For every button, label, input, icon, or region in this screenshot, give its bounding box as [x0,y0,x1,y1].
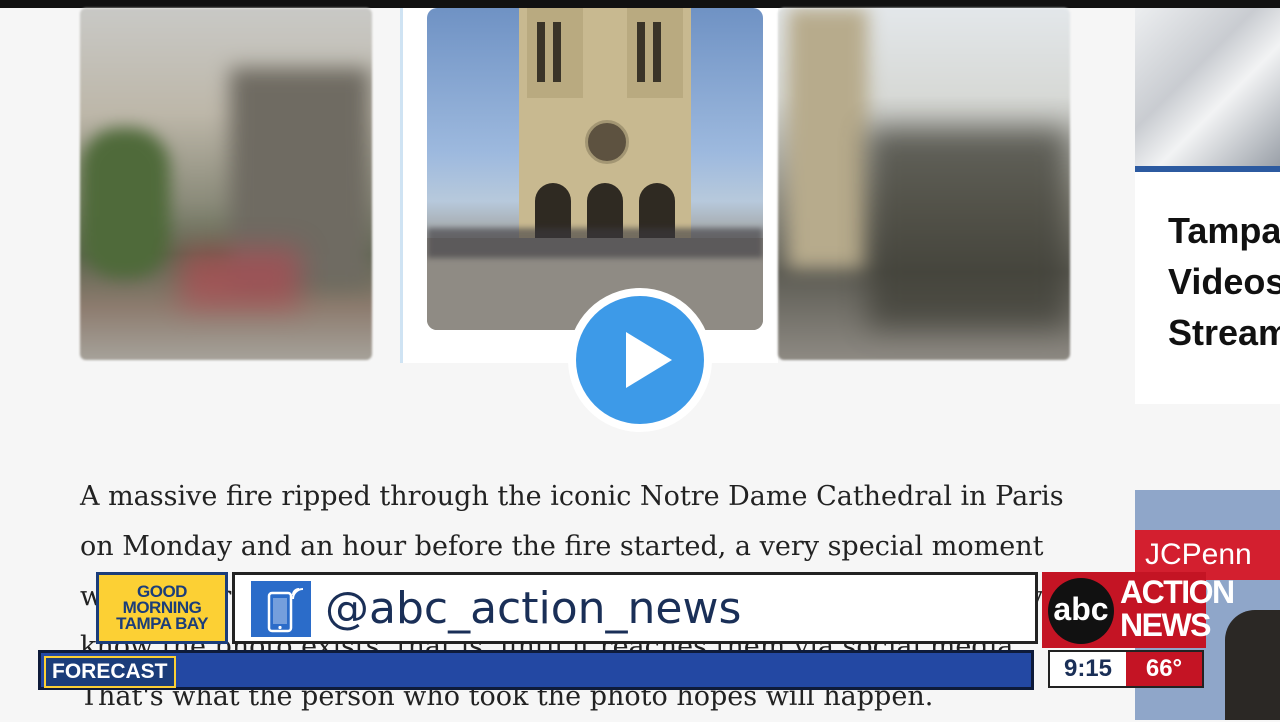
station-logo: abc ACTION NEWS [1042,572,1235,648]
notre-dame-photo [427,8,763,330]
time-temp-box: 9:15 66° [1048,650,1204,688]
top-edge-bar [0,0,1280,8]
blurred-photo-right [778,8,1070,360]
sidebar-thumbnail[interactable] [1135,8,1280,172]
forecast-label: FORECAST [44,656,176,688]
cathedral-shape [519,8,691,238]
show-logo-line-3: TAMPA BAY [116,614,208,633]
current-temperature: 66° [1126,652,1202,686]
social-handle-bar: @abc_action_news [232,572,1038,644]
social-handle: @abc_action_news [325,583,742,634]
phone-icon [251,581,311,637]
play-icon [626,332,672,388]
station-name: ACTION NEWS [1120,574,1235,643]
blurred-photo-left [80,8,372,360]
show-logo: GOOD MORNING TAMPA BAY [96,572,228,644]
abc-logo: abc [1048,578,1114,644]
current-time: 9:15 [1063,655,1113,682]
sidebar-title[interactable]: Tampa Videos Stream [1168,205,1280,358]
forecast-ticker: FORECAST [38,650,1034,690]
play-button[interactable] [568,288,712,432]
